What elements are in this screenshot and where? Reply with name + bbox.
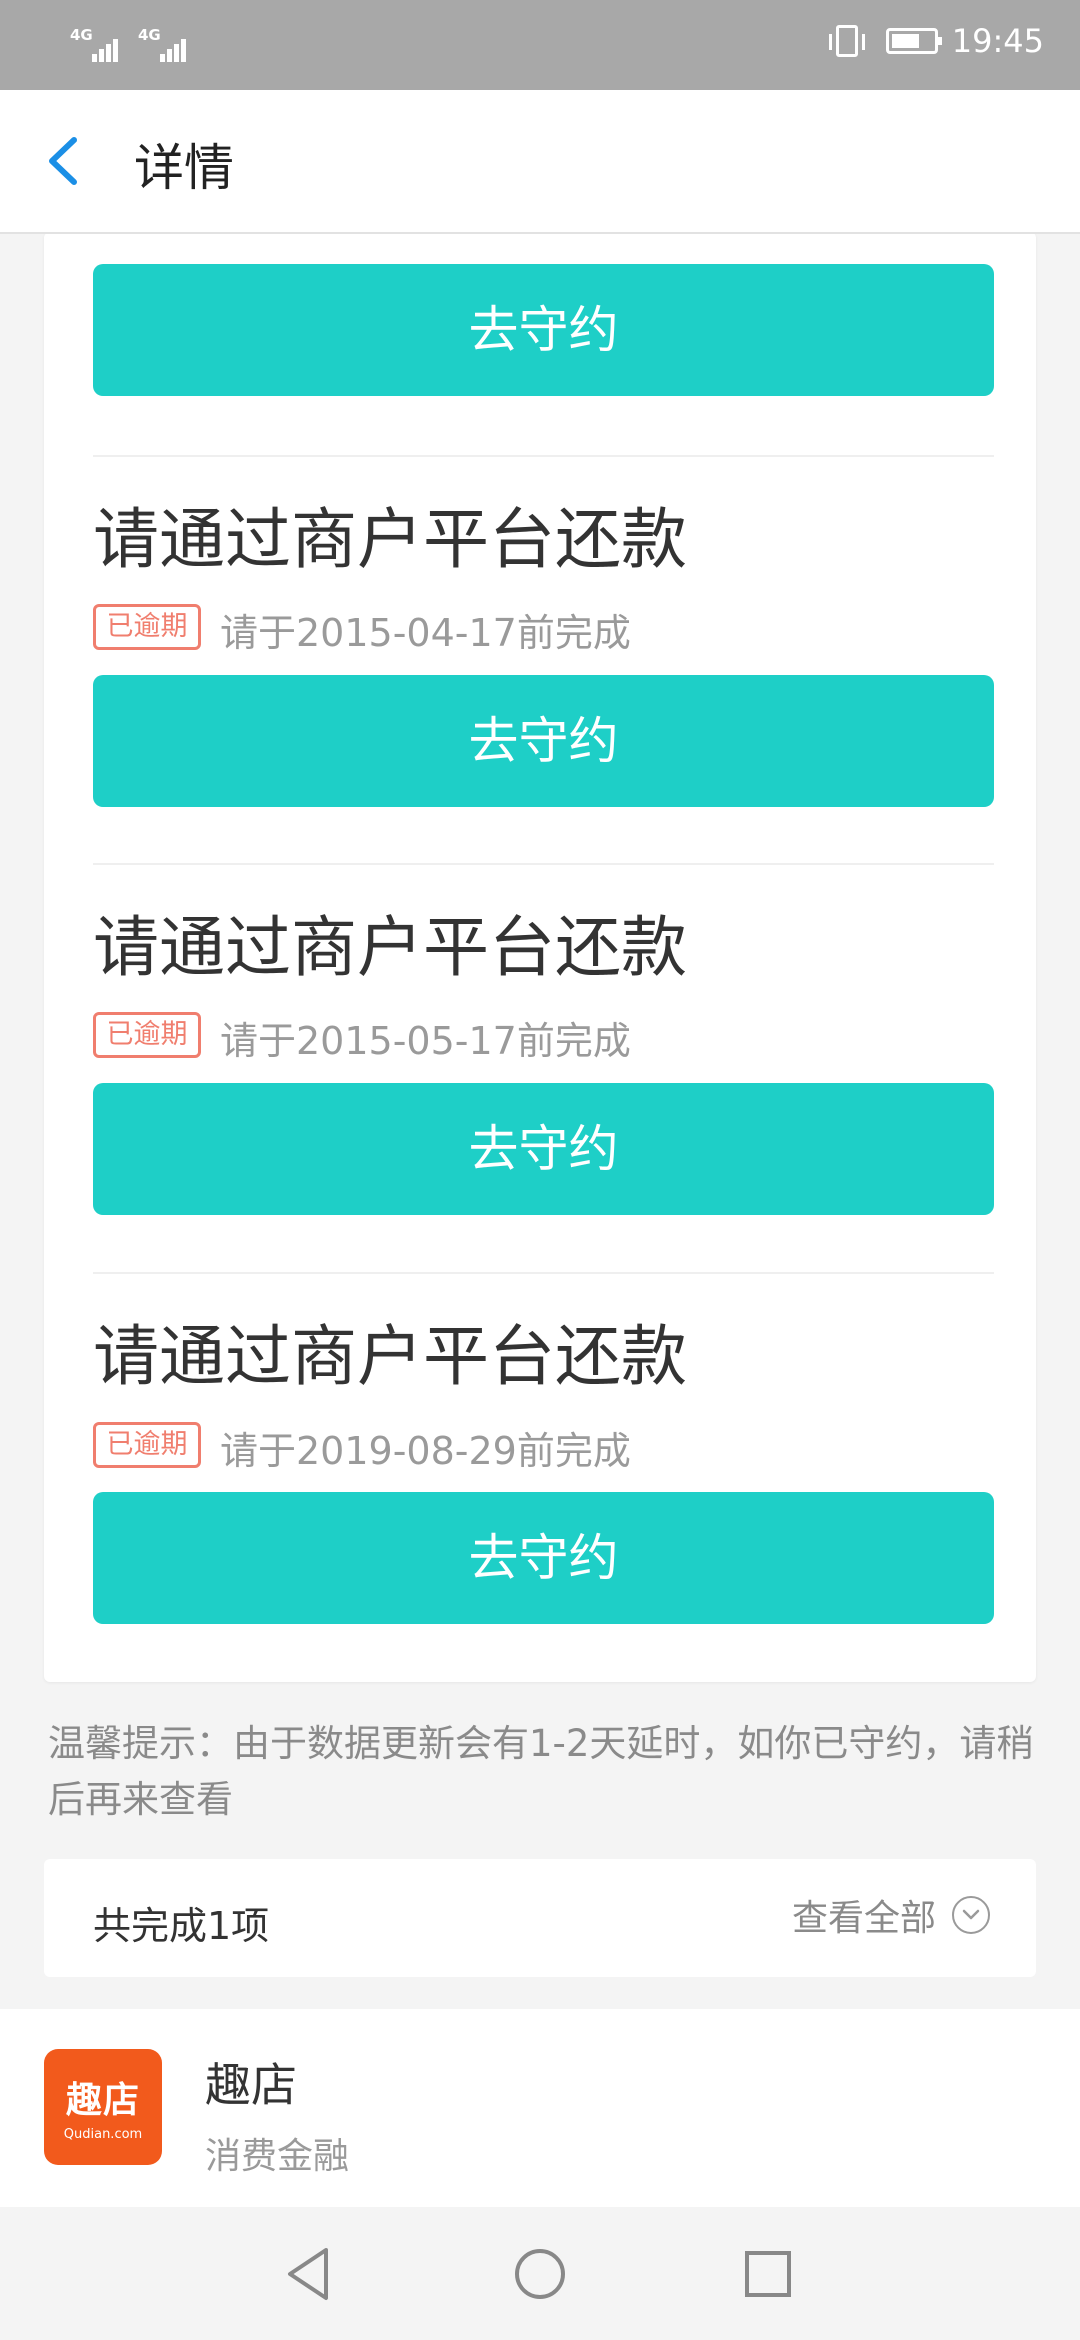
network-type: 4G	[138, 26, 161, 44]
view-all-label: 查看全部	[791, 1898, 936, 1939]
network-type: 4G	[70, 26, 93, 44]
overdue-badge: 已逾期	[93, 1422, 201, 1468]
fulfill-button[interactable]: 去守约	[93, 1083, 994, 1215]
recents-square-icon	[745, 2251, 791, 2297]
merchant-logo: 趣店 Qudian.com	[44, 2049, 162, 2165]
signal-group: 4G 4G	[70, 26, 190, 62]
nav-back-button[interactable]	[280, 2244, 340, 2304]
system-nav-bar	[0, 2208, 1080, 2340]
status-bar: 4G 4G 19:45	[0, 0, 1080, 90]
fulfill-button[interactable]: 去守约	[93, 1492, 994, 1624]
signal-icon: 4G	[70, 26, 122, 62]
back-button[interactable]	[44, 136, 84, 186]
nav-home-button[interactable]	[510, 2244, 570, 2304]
battery-icon	[885, 28, 942, 54]
task-card: 去守约 请通过商户平台还款 已逾期 请于2015-04-17前完成 去守约 请通…	[44, 232, 1036, 1682]
task-title: 请通过商户平台还款	[93, 1318, 687, 1395]
merchant-row[interactable]: 趣店 Qudian.com 趣店 消费金融	[0, 2009, 1080, 2207]
deadline-text: 请于2019-08-29前完成	[220, 1429, 631, 1473]
app-header: 详情	[0, 90, 1080, 234]
divider	[93, 1272, 994, 1274]
divider	[93, 863, 994, 865]
home-circle-icon	[515, 2249, 565, 2299]
signal-icon: 4G	[138, 26, 190, 62]
tip-text: 温馨提示：由于数据更新会有1-2天延时，如你已守约，请稍后再来查看	[48, 1722, 1034, 1821]
completed-count: 共完成1项	[93, 1904, 270, 1948]
merchant-category: 消费金融	[205, 2136, 350, 2177]
overdue-badge: 已逾期	[93, 604, 201, 650]
deadline-text: 请于2015-04-17前完成	[220, 611, 631, 655]
deadline-text: 请于2015-05-17前完成	[220, 1019, 631, 1063]
divider	[93, 455, 994, 457]
chevron-down-icon	[952, 1896, 990, 1934]
task-title: 请通过商户平台还款	[93, 909, 687, 986]
completed-row: 共完成1项 查看全部	[44, 1859, 1036, 1977]
task-title: 请通过商户平台还款	[93, 501, 687, 578]
fulfill-button[interactable]: 去守约	[93, 264, 994, 396]
view-all-button[interactable]: 查看全部	[792, 1889, 990, 1941]
page-title: 详情	[134, 139, 234, 197]
nav-recents-button[interactable]	[738, 2244, 798, 2304]
status-right: 19:45	[828, 22, 1044, 60]
clock: 19:45	[951, 22, 1044, 60]
fulfill-button[interactable]: 去守约	[93, 675, 994, 807]
vibrate-icon	[828, 25, 865, 57]
chevron-left-icon	[49, 137, 77, 185]
overdue-badge: 已逾期	[93, 1012, 201, 1058]
merchant-name: 趣店	[205, 2058, 297, 2112]
back-triangle-icon	[288, 2248, 328, 2300]
